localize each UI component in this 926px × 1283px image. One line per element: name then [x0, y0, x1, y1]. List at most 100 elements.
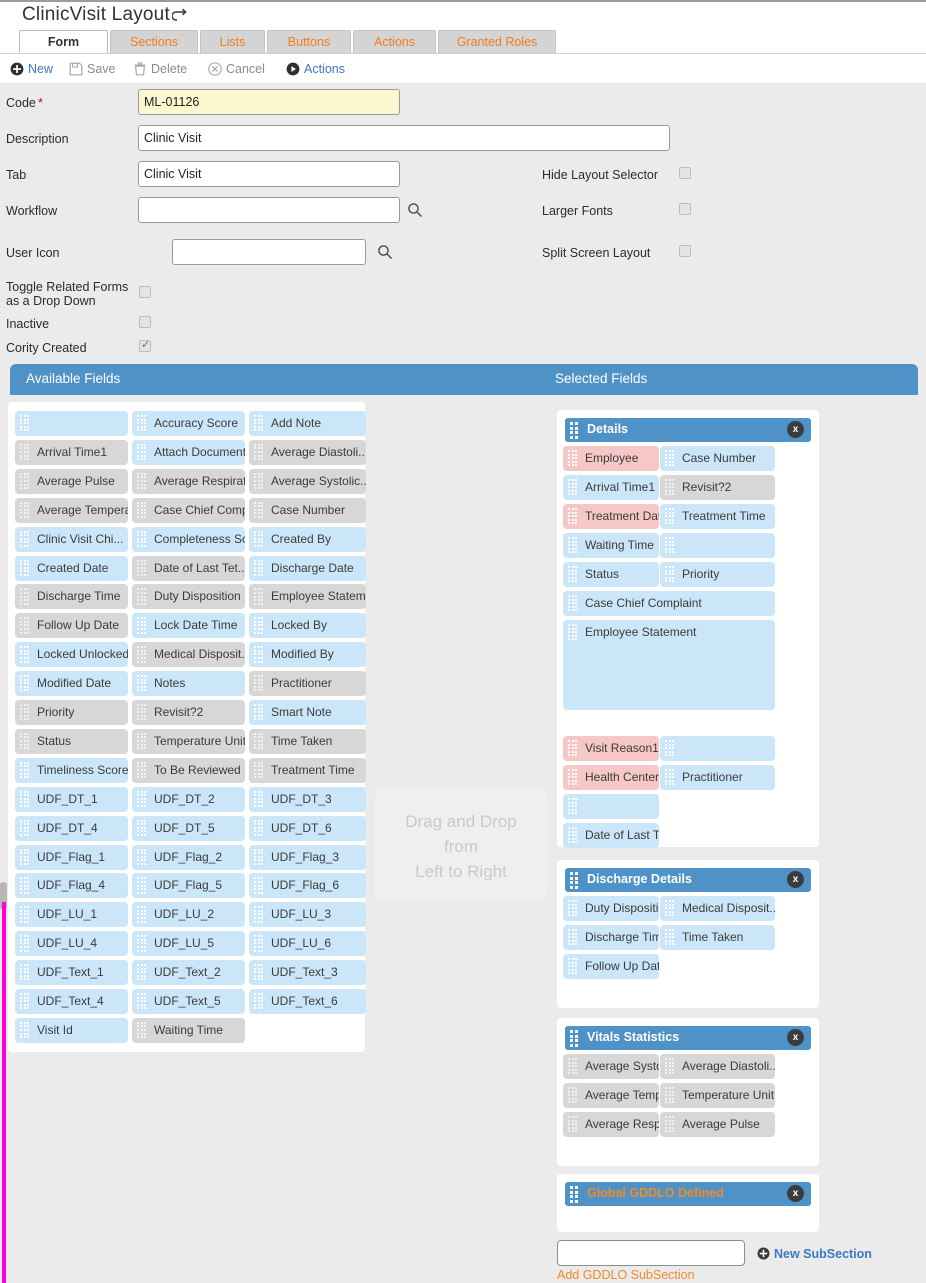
- selected-field-chip[interactable]: Employee: [563, 446, 659, 471]
- available-field-chip[interactable]: Locked Unlocked: [15, 642, 128, 668]
- drag-handle-icon[interactable]: [665, 537, 674, 554]
- drag-handle-icon[interactable]: [568, 929, 577, 946]
- available-field-chip[interactable]: Average Temperat...: [15, 497, 128, 523]
- code-input[interactable]: [138, 89, 400, 115]
- available-field-chip[interactable]: Clinic Visit Chi...: [15, 526, 128, 552]
- available-field-chip[interactable]: UDF_DT_4: [15, 815, 128, 841]
- available-field-chip[interactable]: Add Note: [249, 411, 366, 436]
- drag-handle-icon[interactable]: [20, 415, 29, 432]
- drag-handle-icon[interactable]: [665, 1058, 674, 1075]
- drag-handle-icon[interactable]: [20, 559, 29, 577]
- selected-field-chip[interactable]: Treatment Time: [660, 504, 775, 529]
- larger-fonts-checkbox[interactable]: [679, 203, 691, 215]
- selected-field-chip[interactable]: Employee Statement: [563, 620, 775, 710]
- drag-handle-icon[interactable]: [568, 827, 577, 844]
- available-field-chip[interactable]: Revisit?2: [132, 700, 245, 725]
- available-field-chip[interactable]: UDF_Text_5: [132, 989, 245, 1014]
- drag-handle-icon[interactable]: [568, 740, 577, 757]
- available-field-chip[interactable]: Timeliness Score: [15, 757, 128, 783]
- inactive-checkbox[interactable]: [139, 316, 151, 328]
- drag-handle-icon[interactable]: [20, 501, 29, 519]
- drag-handle-icon[interactable]: [20, 906, 29, 923]
- selected-field-chip[interactable]: Medical Disposit...: [660, 896, 775, 921]
- available-field-chip[interactable]: Smart Note: [249, 700, 366, 725]
- available-field-chip[interactable]: Created By: [249, 526, 366, 552]
- drag-handle-icon[interactable]: [254, 501, 263, 519]
- section-drag-handle-icon[interactable]: [570, 1186, 579, 1203]
- drag-handle-icon[interactable]: [137, 732, 146, 750]
- drag-handle-icon[interactable]: [137, 646, 146, 663]
- drag-handle-icon[interactable]: [568, 479, 577, 496]
- available-field-chip[interactable]: Notes: [132, 671, 245, 697]
- drag-handle-icon[interactable]: [665, 566, 674, 583]
- back-arrow-icon[interactable]: [171, 8, 190, 24]
- drag-handle-icon[interactable]: [254, 906, 263, 923]
- available-field-chip[interactable]: UDF_Flag_2: [132, 844, 245, 870]
- section-drag-handle-icon[interactable]: [570, 1030, 579, 1047]
- available-field-chip[interactable]: Lock Date Time: [132, 613, 245, 639]
- drag-handle-icon[interactable]: [568, 566, 577, 583]
- drag-handle-icon[interactable]: [137, 877, 146, 894]
- selected-field-chip[interactable]: Follow Up Date: [563, 954, 659, 979]
- plus-circle-icon[interactable]: [757, 1247, 770, 1260]
- section-header[interactable]: Vitals Statistics x: [565, 1026, 811, 1050]
- drag-handle-icon[interactable]: [137, 993, 146, 1010]
- available-field-chip[interactable]: UDF_LU_3: [249, 902, 366, 928]
- selected-field-chip[interactable]: Practitioner: [660, 765, 775, 790]
- drag-handle-icon[interactable]: [20, 588, 29, 605]
- drag-handle-icon[interactable]: [254, 472, 263, 490]
- available-field-chip[interactable]: To Be Reviewed B...: [132, 757, 245, 783]
- selected-field-chip[interactable]: Visit Reason1: [563, 736, 659, 761]
- tab-form[interactable]: Form: [19, 30, 108, 53]
- drag-handle-icon[interactable]: [20, 1021, 29, 1039]
- available-field-chip[interactable]: Status: [15, 728, 128, 754]
- selected-field-chip[interactable]: Case Number: [660, 446, 775, 471]
- drag-handle-icon[interactable]: [254, 964, 263, 981]
- drag-handle-icon[interactable]: [137, 472, 146, 490]
- drag-handle-icon[interactable]: [137, 443, 146, 461]
- drag-handle-icon[interactable]: [254, 675, 263, 692]
- available-field-chip[interactable]: [15, 411, 128, 436]
- drag-handle-icon[interactable]: [568, 450, 577, 467]
- drag-handle-icon[interactable]: [254, 415, 263, 432]
- available-field-chip[interactable]: Case Number: [249, 497, 366, 523]
- selected-field-chip[interactable]: Case Chief Complaint: [563, 591, 775, 616]
- available-field-chip[interactable]: UDF_LU_1: [15, 902, 128, 928]
- split-screen-layout-checkbox[interactable]: [679, 245, 691, 257]
- drag-handle-icon[interactable]: [137, 588, 146, 605]
- drag-handle-icon[interactable]: [254, 877, 263, 894]
- section-close-button[interactable]: x: [787, 871, 804, 888]
- drag-drop-zone[interactable]: Drag and Drop from Left to Right: [375, 789, 547, 901]
- add-subsection-input[interactable]: [557, 1240, 745, 1266]
- drag-handle-icon[interactable]: [665, 450, 674, 467]
- available-field-chip[interactable]: Discharge Time: [15, 584, 128, 610]
- drag-handle-icon[interactable]: [20, 530, 29, 548]
- drag-handle-icon[interactable]: [20, 993, 29, 1010]
- drag-handle-icon[interactable]: [137, 617, 146, 634]
- available-field-chip[interactable]: Case Chief Compl...: [132, 497, 245, 523]
- selected-field-chip[interactable]: Waiting Time: [563, 533, 659, 558]
- user-icon-input[interactable]: [172, 239, 366, 265]
- drag-handle-icon[interactable]: [665, 1087, 674, 1104]
- available-field-chip[interactable]: Average Systolic...: [249, 468, 366, 494]
- tab-actions[interactable]: Actions: [353, 30, 436, 53]
- drag-handle-icon[interactable]: [137, 848, 146, 866]
- drag-handle-icon[interactable]: [665, 479, 674, 496]
- drag-handle-icon[interactable]: [137, 559, 146, 577]
- drag-handle-icon[interactable]: [254, 704, 263, 721]
- available-field-chip[interactable]: Follow Up Date: [15, 613, 128, 639]
- drag-handle-icon[interactable]: [137, 761, 146, 779]
- workflow-input[interactable]: [138, 197, 400, 223]
- drag-handle-icon[interactable]: [20, 704, 29, 721]
- tab-input[interactable]: [138, 161, 400, 187]
- section-drag-handle-icon[interactable]: [570, 422, 579, 439]
- tab-sections[interactable]: Sections: [110, 30, 198, 53]
- drag-handle-icon[interactable]: [254, 761, 263, 779]
- drag-handle-icon[interactable]: [20, 646, 29, 663]
- available-field-chip[interactable]: Attach Document: [132, 439, 245, 465]
- drag-handle-icon[interactable]: [254, 588, 263, 605]
- selected-field-chip[interactable]: Priority: [660, 562, 775, 587]
- drag-handle-icon[interactable]: [254, 848, 263, 866]
- toggle-related-forms-checkbox[interactable]: [139, 286, 151, 298]
- available-field-chip[interactable]: UDF_Text_3: [249, 960, 366, 986]
